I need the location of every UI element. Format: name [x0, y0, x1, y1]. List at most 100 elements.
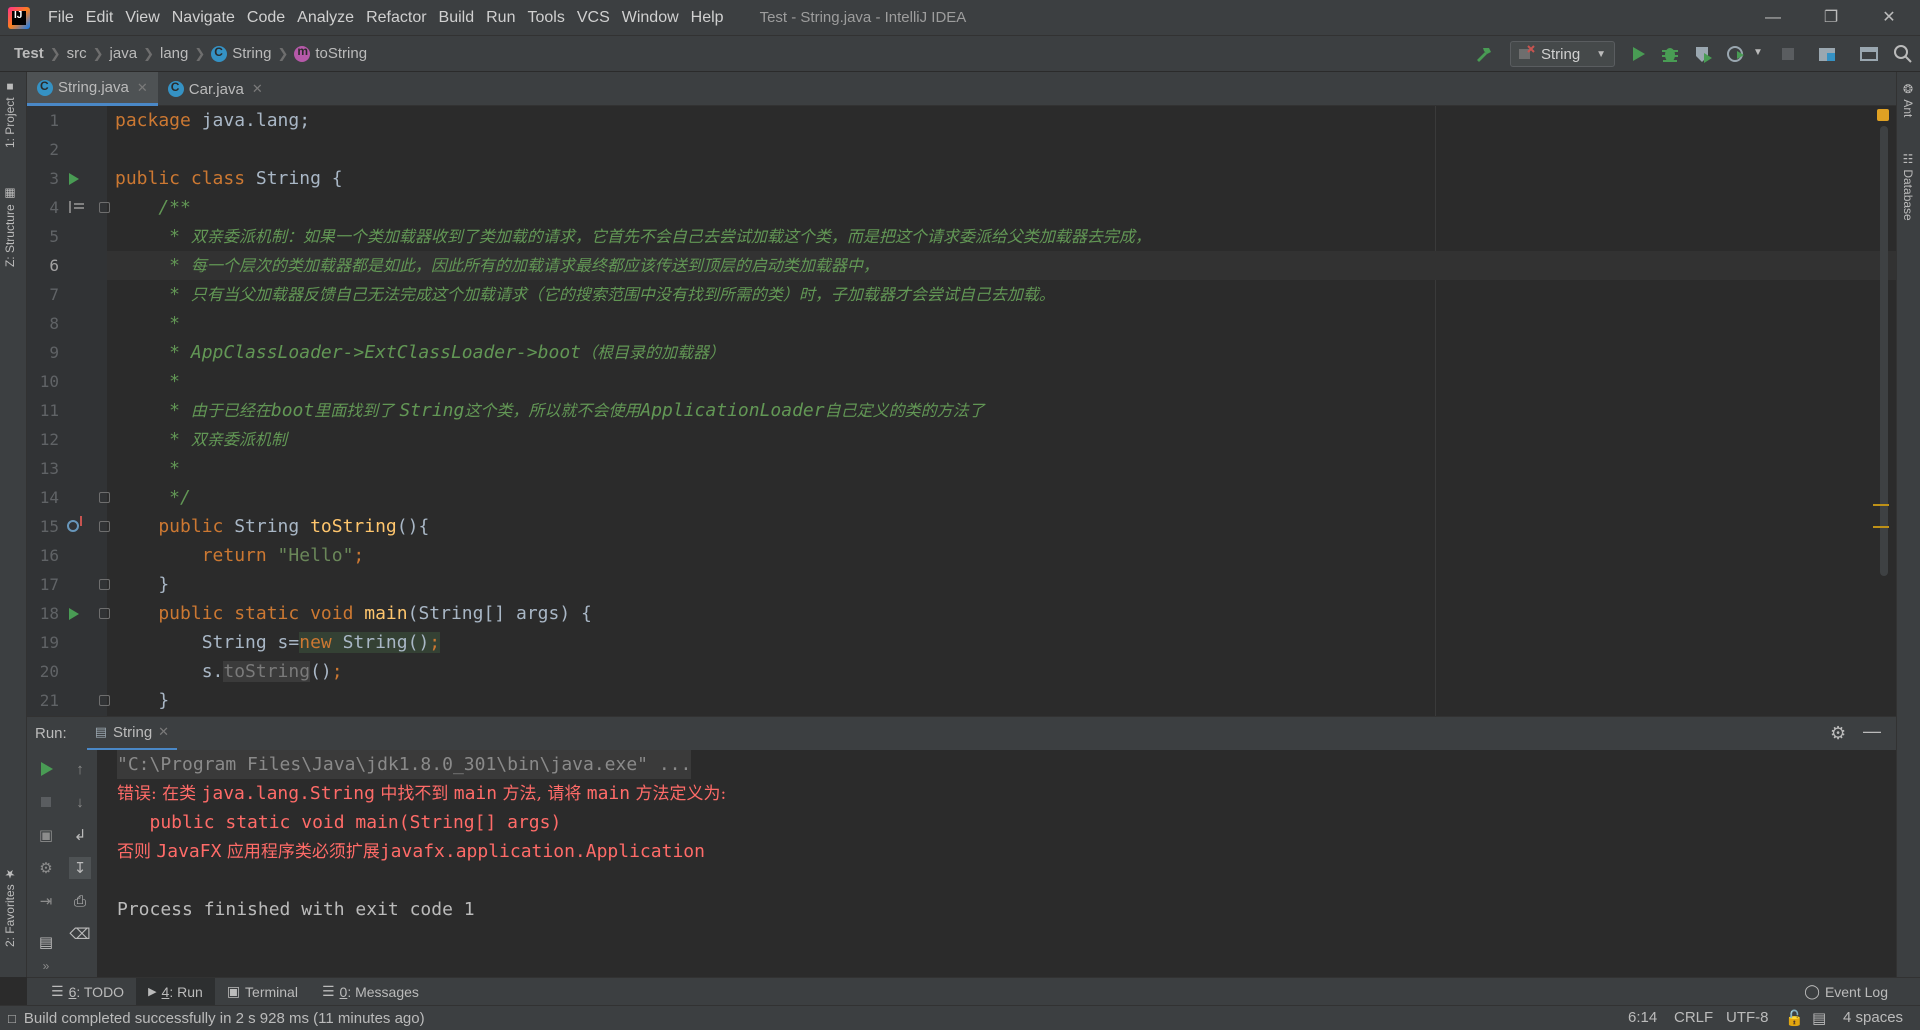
- stop-icon[interactable]: [35, 791, 57, 813]
- coverage-icon[interactable]: [1692, 43, 1714, 65]
- structure-tool-tab[interactable]: Z: Structure ▦: [3, 187, 17, 267]
- event-log-icon: ◯: [1804, 983, 1820, 999]
- code-editor[interactable]: 1 2 3 4 5 6 7 8 9 10 11 12 13 14 15 16 1…: [27, 106, 1896, 716]
- indent-setting[interactable]: 4 spaces: [1843, 1009, 1903, 1026]
- line-number: 10: [39, 372, 59, 391]
- memory-indicator-icon[interactable]: ▤: [1812, 1009, 1826, 1027]
- run-tab-string[interactable]: ▤ String ✕: [86, 717, 178, 751]
- breadcrumb-separator-icon: ❯: [92, 45, 104, 61]
- favorites-tool-tab[interactable]: 2: Favorites ★: [3, 867, 17, 947]
- menu-file[interactable]: File: [42, 0, 80, 35]
- debug-icon[interactable]: [1659, 43, 1681, 65]
- intellij-logo-icon: IJ: [8, 6, 30, 29]
- warning-marker[interactable]: [1873, 526, 1889, 528]
- trash-icon[interactable]: ⌫: [69, 923, 91, 945]
- file-encoding[interactable]: UTF-8: [1726, 1009, 1769, 1026]
- fold-icon[interactable]: [99, 608, 110, 619]
- menu-run[interactable]: Run: [480, 0, 521, 35]
- breadcrumb-src[interactable]: src: [67, 45, 87, 62]
- tool-window-bar: ☰ 6: TODO ▶ 4: Run ▣ Terminal ☰ 0: Messages …: [27, 977, 1920, 1006]
- profile-icon[interactable]: [1725, 43, 1747, 65]
- close-window-icon[interactable]: ✕: [1860, 0, 1918, 35]
- breadcrumb-method[interactable]: toString: [294, 44, 367, 62]
- chevron-down-icon[interactable]: ▼: [1753, 47, 1763, 58]
- warning-marker[interactable]: [1873, 504, 1889, 506]
- fold-icon[interactable]: [99, 202, 110, 213]
- close-tab-icon[interactable]: ✕: [158, 724, 169, 740]
- rerun-icon[interactable]: [35, 758, 57, 780]
- menu-vcs[interactable]: VCS: [571, 0, 616, 35]
- code-line: *: [115, 313, 181, 334]
- menu-view[interactable]: View: [119, 0, 165, 35]
- event-log-tool-tab[interactable]: ◯ Event Log: [1792, 978, 1900, 1006]
- run-icon[interactable]: [1627, 43, 1649, 65]
- menu-navigate[interactable]: Navigate: [166, 0, 241, 35]
- fold-icon[interactable]: [99, 695, 110, 706]
- window-layout-icon[interactable]: [1858, 43, 1880, 65]
- code-line: return "Hello";: [115, 545, 365, 566]
- minimize-icon[interactable]: —: [1744, 0, 1802, 35]
- run-gutter-icon[interactable]: [69, 173, 79, 185]
- fold-icon[interactable]: [99, 521, 110, 532]
- search-icon[interactable]: [1892, 43, 1914, 65]
- breadcrumb-project[interactable]: Test: [14, 45, 44, 62]
- code-line: s.toString();: [115, 661, 343, 682]
- close-tab-icon[interactable]: ✕: [137, 80, 148, 96]
- overrides-method-icon[interactable]: [67, 516, 82, 532]
- run-configuration-select[interactable]: String ▼: [1510, 41, 1615, 67]
- todo-tool-tab[interactable]: ☰ 6: TODO: [39, 978, 136, 1006]
- camera-icon[interactable]: ▣: [35, 824, 57, 846]
- line-separator[interactable]: CRLF: [1674, 1009, 1713, 1026]
- messages-tool-tab[interactable]: ☰ 0: Messages: [310, 978, 431, 1006]
- menu-analyze[interactable]: Analyze: [291, 0, 360, 35]
- code-line-current: * 每一个层次的类加载器都是如此，因此所有的加载请求最终都应该传送到顶层的启动类…: [107, 251, 1896, 280]
- run-gutter-icon[interactable]: [69, 608, 79, 620]
- soft-wrap-icon[interactable]: ↲: [69, 824, 91, 846]
- down-arrow-icon[interactable]: ↓: [69, 791, 91, 813]
- tab-car-java[interactable]: Car.java ✕: [158, 72, 273, 106]
- ant-tool-tab[interactable]: ❂ Ant: [1901, 82, 1915, 117]
- menu-help[interactable]: Help: [685, 0, 730, 35]
- tab-string-java[interactable]: String.java ✕: [27, 72, 158, 106]
- close-tab-icon[interactable]: ✕: [252, 81, 263, 97]
- more-icon[interactable]: »: [35, 955, 57, 977]
- stop-icon[interactable]: [1777, 43, 1799, 65]
- breadcrumb-lang[interactable]: lang: [160, 45, 188, 62]
- exit-icon[interactable]: ⇥: [35, 890, 57, 912]
- line-number: 11: [39, 401, 59, 420]
- scroll-to-end-icon[interactable]: ↧: [69, 857, 91, 879]
- line-number: 9: [49, 343, 59, 362]
- project-structure-icon[interactable]: [1816, 43, 1838, 65]
- status-message[interactable]: Build completed successfully in 2 s 928 …: [24, 1010, 425, 1027]
- breadcrumb-class[interactable]: String: [211, 45, 271, 62]
- restore-icon[interactable]: ❐: [1802, 0, 1860, 35]
- fold-icon[interactable]: [99, 579, 110, 590]
- settings-icon[interactable]: ⚙: [35, 857, 57, 879]
- menu-refactor[interactable]: Refactor: [360, 0, 432, 35]
- render-doc-icon[interactable]: [69, 201, 84, 213]
- status-toggle-icon[interactable]: □: [8, 1011, 16, 1026]
- up-arrow-icon[interactable]: ↑: [69, 758, 91, 780]
- menu-window[interactable]: Window: [616, 0, 685, 35]
- project-tool-tab[interactable]: 1: Project ■: [3, 80, 17, 148]
- console-error-line: 否则 JavaFX 应用程序类必须扩展javafx.application.Ap…: [117, 841, 705, 862]
- breadcrumb-java[interactable]: java: [110, 45, 138, 62]
- menu-edit[interactable]: Edit: [80, 0, 120, 35]
- layout-icon[interactable]: ▤: [35, 931, 57, 953]
- run-tool-tab[interactable]: ▶ 4: Run: [136, 977, 215, 1006]
- menu-tools[interactable]: Tools: [521, 0, 570, 35]
- gear-icon[interactable]: ⚙: [1830, 723, 1846, 744]
- build-hammer-icon[interactable]: [1473, 43, 1495, 65]
- breadcrumb-separator-icon: ❯: [194, 45, 206, 61]
- hide-panel-icon[interactable]: —: [1863, 721, 1881, 742]
- menu-code[interactable]: Code: [241, 0, 291, 35]
- menu-build[interactable]: Build: [433, 0, 481, 35]
- editor-scrollbar[interactable]: [1880, 126, 1888, 576]
- database-tool-tab[interactable]: ☷ Database: [1901, 152, 1915, 221]
- fold-icon[interactable]: [99, 492, 110, 503]
- print-icon[interactable]: ⎙: [69, 890, 91, 912]
- inspection-warning-icon[interactable]: [1877, 109, 1889, 121]
- lock-icon[interactable]: 🔓: [1785, 1009, 1804, 1027]
- caret-position[interactable]: 6:14: [1628, 1009, 1657, 1026]
- terminal-tool-tab[interactable]: ▣ Terminal: [215, 978, 310, 1006]
